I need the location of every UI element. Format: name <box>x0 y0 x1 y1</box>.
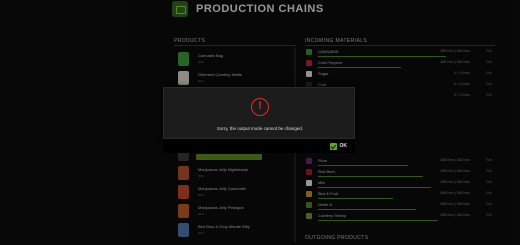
ok-button-label: OK <box>339 143 348 149</box>
confirm-key-icon <box>329 142 337 150</box>
production-chains-screen: PRODUCTION CHAINS PRODUCTS Cannabis Bag 5… <box>0 0 520 245</box>
dialog-message: Sorry, the output mode cannot be changed… <box>216 126 304 131</box>
error-dialog: ! Sorry, the output mode cannot be chang… <box>163 87 355 139</box>
warning-icon: ! <box>251 98 269 116</box>
ok-button[interactable]: OK <box>326 141 352 151</box>
dialog-footer: OK <box>163 139 355 153</box>
